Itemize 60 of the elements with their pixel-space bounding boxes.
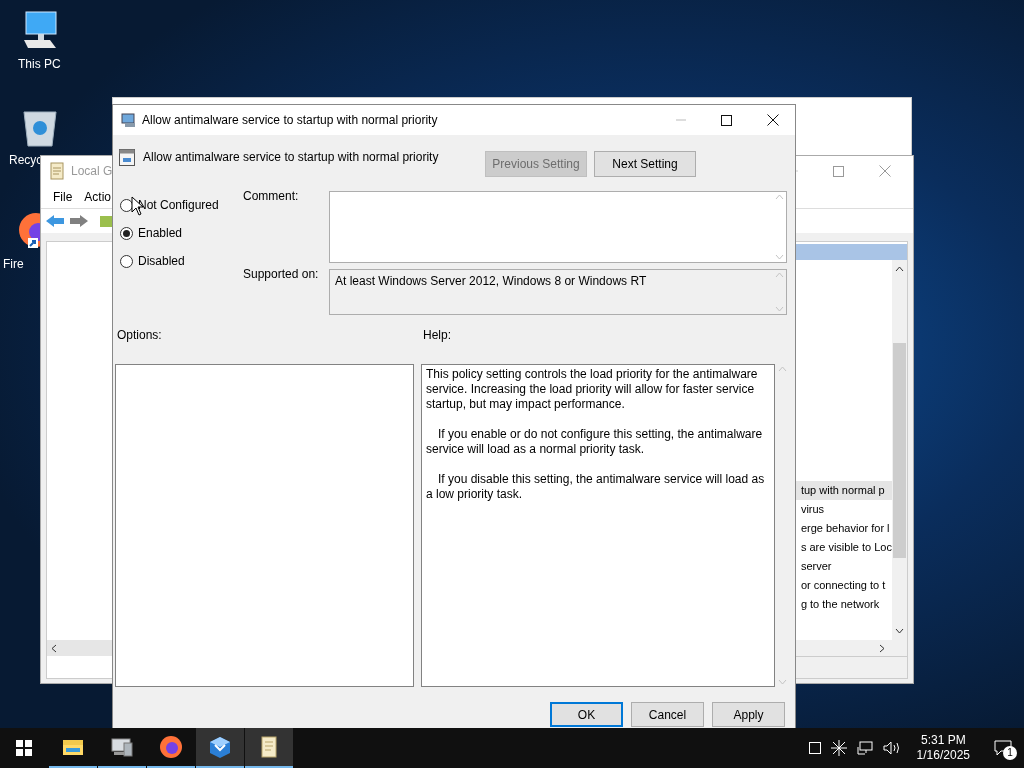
help-text: This policy setting controls the load priority for the antimalware service. Increasing the load priority will allow for faster service startup, but may impact performance. [426, 367, 759, 412]
dialog-title: Allow antimalware service to startup with normal priority [142, 112, 438, 129]
speaker-icon[interactable] [882, 741, 901, 755]
next-setting-button[interactable]: Next Setting [594, 151, 696, 177]
radio-button[interactable] [120, 254, 133, 268]
list-row-text[interactable]: or connecting to t [800, 577, 886, 594]
network-icon[interactable] [856, 741, 873, 755]
comment-label: Comment: [243, 189, 300, 203]
computer-policy-icon [121, 112, 137, 128]
close-icon[interactable] [767, 114, 779, 126]
radio-button[interactable] [120, 226, 133, 240]
policy-icon [119, 149, 135, 166]
help-text: If you disable this setting, the antimalware service will load as a low priority task. [426, 472, 766, 502]
horizontal-scrollbar[interactable] [47, 640, 115, 656]
back-arrow-icon[interactable] [45, 214, 65, 228]
scroll-icon [49, 162, 65, 180]
scroll-down-icon[interactable] [895, 628, 904, 634]
notification-icon[interactable] [994, 740, 1012, 756]
ok-button[interactable]: OK [550, 702, 623, 727]
scroll-up-icon[interactable] [895, 266, 904, 272]
firefox-icon[interactable] [159, 735, 183, 759]
list-row-text[interactable]: tup with normal p [800, 482, 885, 499]
radio-label[interactable]: Enabled [138, 224, 183, 242]
list-row-text[interactable]: erge behavior for l [800, 520, 890, 537]
vertical-scrollbar[interactable] [892, 260, 907, 640]
radio-label[interactable]: Disabled [138, 252, 185, 270]
notification-badge: 1 [1003, 746, 1017, 760]
package-icon[interactable] [208, 735, 232, 759]
taskbar-app[interactable] [245, 728, 293, 768]
desktop-icon-label[interactable]: This PC [18, 56, 61, 72]
scroll-left-icon[interactable] [51, 643, 57, 653]
asterisk-icon[interactable] [830, 740, 847, 756]
setting-title: Allow antimalware service to startup with normal priority [143, 149, 439, 166]
clock-date[interactable]: 1/16/2025 [916, 748, 970, 763]
options-label: Options: [117, 328, 163, 342]
server-icon[interactable] [110, 737, 134, 757]
menu-item[interactable]: Actio [84, 188, 112, 206]
list-row-text[interactable]: s are visible to Loc [800, 539, 892, 556]
help-label: Help: [423, 328, 451, 342]
forward-arrow-icon[interactable] [69, 214, 89, 228]
list-row-text[interactable]: virus [800, 501, 825, 518]
supported-on-label: Supported on: [243, 267, 320, 281]
scrollbar-thumb[interactable] [893, 342, 906, 558]
clock-time[interactable]: 5:31 PM [920, 733, 966, 748]
radio-label[interactable]: Not Configured [138, 196, 219, 214]
help-text: If you enable or do not configure this setting, the antimalware service will load as a normal priority task. [426, 427, 764, 457]
maximize-icon[interactable] [721, 114, 732, 126]
scroll-icon[interactable] [259, 735, 279, 759]
apply-button[interactable]: Apply [712, 702, 785, 727]
list-row-text[interactable]: g to the network [800, 596, 880, 613]
window-title: Local G [71, 163, 113, 180]
desktop-icon-label[interactable]: Fire [3, 256, 24, 272]
taskbar-app[interactable] [196, 728, 244, 768]
cancel-button[interactable]: Cancel [631, 702, 704, 727]
menu-item[interactable]: File [53, 188, 73, 206]
list-row-text[interactable]: server [800, 558, 832, 575]
supported-on-text: At least Windows Server 2012, Windows 8 or Windows RT [334, 273, 648, 290]
square-icon[interactable] [808, 742, 821, 754]
windows-logo-icon[interactable] [16, 740, 32, 756]
scroll-right-icon[interactable] [879, 643, 885, 653]
